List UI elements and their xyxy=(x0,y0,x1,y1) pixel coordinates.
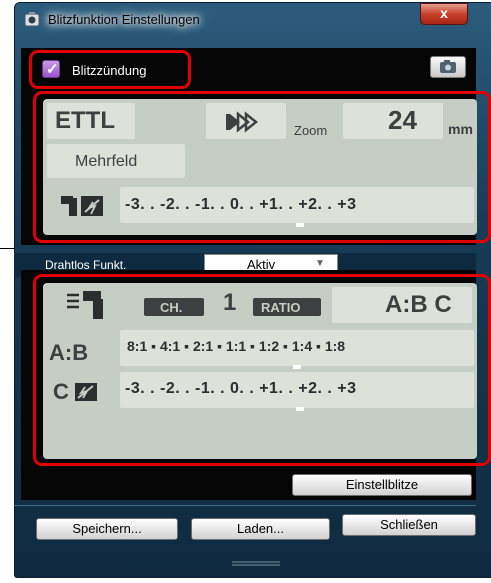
camera-settings-button[interactable] xyxy=(430,56,466,78)
test-flash-button[interactable]: Einstellblitze xyxy=(292,474,472,496)
camera-refresh-icon xyxy=(440,60,456,73)
load-button[interactable]: Laden... xyxy=(191,518,330,540)
chevron-down-icon: ▼ xyxy=(315,258,325,269)
highlight-checkbox xyxy=(29,50,191,89)
separator xyxy=(14,505,476,506)
window-title: Blitzfunktion Einstellungen xyxy=(48,12,200,27)
close-button[interactable]: Schließen xyxy=(342,514,476,536)
camera-app-icon xyxy=(24,12,40,27)
highlight-flash-panel xyxy=(33,91,491,243)
highlight-wireless-panel xyxy=(33,274,491,466)
close-window-button[interactable]: x xyxy=(420,3,468,25)
resize-grip-icon[interactable] xyxy=(232,560,280,568)
stage: Blitzfunktion Einstellungen x ✓ Blitzzün… xyxy=(0,0,491,583)
save-button[interactable]: Speichern... xyxy=(36,518,178,540)
title-bar: Blitzfunktion Einstellungen x xyxy=(15,3,491,33)
